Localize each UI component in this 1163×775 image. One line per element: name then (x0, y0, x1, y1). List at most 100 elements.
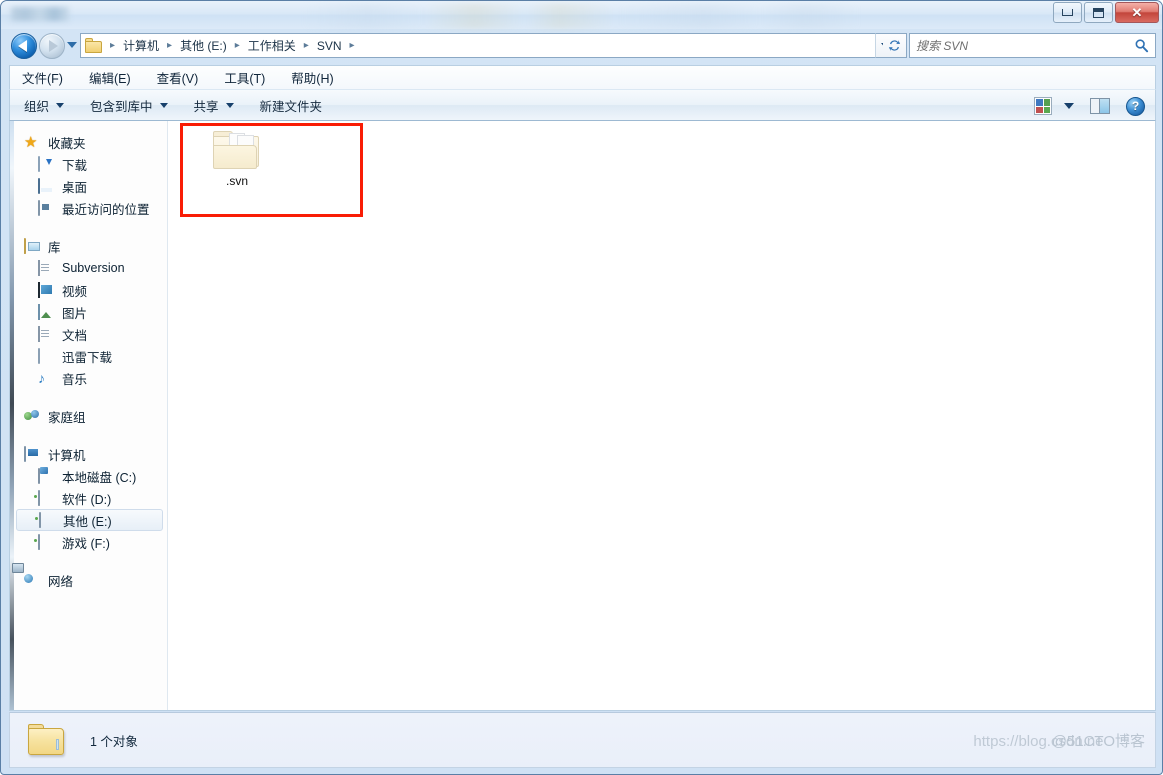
organize-button[interactable]: 组织 (24, 96, 65, 115)
chevron-down-icon[interactable] (1064, 103, 1074, 109)
sidebar-item-libraries[interactable]: 库 (10, 235, 167, 257)
sidebar-item-music[interactable]: ♪ 音乐 (10, 367, 167, 389)
maximize-button[interactable] (1084, 2, 1113, 23)
breadcrumb-separator[interactable]: ▸ (299, 40, 314, 51)
sidebar-label: 网络 (48, 574, 74, 589)
sidebar-item-computer[interactable]: 计算机 (10, 443, 167, 465)
breadcrumb-item-2[interactable]: 工作相关 (245, 35, 299, 56)
sidebar-label: 图片 (62, 306, 88, 321)
share-button[interactable]: 共享 (194, 96, 234, 115)
breadcrumb[interactable]: ▸ 计算机 ▸ 其他 (E:) ▸ 工作相关 ▸ SVN ▸ (80, 33, 875, 58)
sidebar-item-drive-d[interactable]: 软件 (D:) (10, 487, 167, 509)
documents-icon (38, 325, 55, 342)
sidebar-group-computer: 计算机 本地磁盘 (C:) 软件 (D:) 其他 (E:) 游戏 (F:) (10, 443, 167, 553)
forward-button[interactable] (39, 33, 65, 59)
status-item-count: 1 个对象 (90, 734, 138, 749)
new-folder-label: 新建文件夹 (259, 99, 323, 114)
sidebar-label: 库 (48, 240, 61, 255)
include-in-library-label: 包含到库中 (90, 99, 153, 114)
sidebar-item-recent-places[interactable]: 最近访问的位置 (10, 197, 167, 219)
sidebar-item-videos[interactable]: 视频 (10, 279, 167, 301)
menu-tools[interactable]: 工具(T) (224, 68, 265, 87)
drive-icon (39, 511, 56, 528)
breadcrumb-separator[interactable]: ▸ (105, 40, 120, 51)
chevron-down-icon (159, 102, 168, 108)
back-button[interactable] (11, 33, 37, 59)
close-button[interactable]: ✕ (1115, 2, 1159, 23)
videos-icon (38, 281, 55, 298)
help-icon[interactable]: ? (1126, 96, 1145, 116)
title-bar[interactable]: ✕ (1, 1, 1162, 29)
organize-label: 组织 (24, 99, 50, 114)
sidebar-item-documents[interactable]: 文档 (10, 323, 167, 345)
breadcrumb-item-1[interactable]: 其他 (E:) (177, 35, 230, 56)
sidebar-group-libraries: 库 Subversion 视频 图片 文档 迅雷下载 ♪ 音乐 (10, 235, 167, 389)
sidebar-item-pictures[interactable]: 图片 (10, 301, 167, 323)
folder-icon (213, 129, 261, 169)
sidebar-group-network: 网络 (10, 569, 167, 591)
chevron-down-icon (225, 102, 234, 108)
sidebar-item-drive-e[interactable]: 其他 (E:) (16, 509, 163, 531)
view-options-icon[interactable] (1034, 97, 1052, 115)
watermark: https://blog.csdn.ne @51CTO博客 (973, 730, 1145, 751)
menu-help[interactable]: 帮助(H) (291, 68, 333, 87)
explorer-window: ✕ ▸ 计算机 ▸ 其他 (E:) ▸ 工作相关 ▸ SVN ▸ 搜索 SVN … (0, 0, 1163, 775)
menu-bar: 文件(F) 编辑(E) 查看(V) 工具(T) 帮助(H) (9, 65, 1156, 89)
navigation-pane[interactable]: ★ 收藏夹 下载 桌面 最近访问的位置 库 Subversion 视频 图片 文… (10, 121, 168, 710)
refresh-button[interactable] (883, 33, 907, 58)
sidebar-item-drive-f[interactable]: 游戏 (F:) (10, 531, 167, 553)
file-name-label: .svn (225, 174, 248, 188)
menu-view[interactable]: 查看(V) (157, 68, 199, 87)
command-toolbar: 组织 包含到库中 共享 新建文件夹 ? (9, 89, 1156, 121)
recent-pages-dropdown-icon[interactable] (67, 42, 77, 48)
arrow-right-icon (49, 40, 58, 52)
breadcrumb-item-0[interactable]: 计算机 (120, 35, 162, 56)
computer-icon (24, 445, 41, 462)
sidebar-label: 计算机 (48, 448, 86, 463)
preview-pane-icon[interactable] (1090, 98, 1110, 114)
sidebar-item-desktop[interactable]: 桌面 (10, 175, 167, 197)
drive-icon (38, 533, 55, 550)
menu-file[interactable]: 文件(F) (22, 68, 63, 87)
sidebar-label: 迅雷下载 (62, 350, 113, 365)
file-list-pane[interactable]: .svn (168, 121, 1155, 710)
sidebar-item-network[interactable]: 网络 (10, 569, 167, 591)
window-title (11, 7, 69, 21)
sidebar-item-downloads[interactable]: 下载 (10, 153, 167, 175)
downloads-icon (38, 155, 55, 172)
sidebar-item-drive-c[interactable]: 本地磁盘 (C:) (10, 465, 167, 487)
status-bar: 1 个对象 https://blog.csdn.ne @51CTO博客 (9, 712, 1156, 768)
drive-icon (38, 489, 55, 506)
thunder-download-icon (38, 347, 55, 364)
sidebar-item-subversion[interactable]: Subversion (10, 257, 167, 279)
breadcrumb-separator[interactable]: ▸ (162, 40, 177, 51)
sidebar-label: Subversion (62, 261, 125, 275)
new-folder-button[interactable]: 新建文件夹 (260, 96, 323, 115)
sidebar-label: 桌面 (62, 180, 88, 195)
document-library-icon (38, 259, 55, 276)
libraries-icon (24, 237, 41, 254)
main-area: ★ 收藏夹 下载 桌面 最近访问的位置 库 Subversion 视频 图片 文… (9, 121, 1156, 711)
sidebar-item-homegroup[interactable]: 家庭组 (10, 405, 167, 427)
homegroup-icon (24, 409, 41, 424)
breadcrumb-item-3[interactable]: SVN (314, 37, 345, 55)
refresh-icon (888, 40, 901, 51)
search-box[interactable] (909, 33, 1156, 58)
desktop-icon (38, 177, 55, 194)
sidebar-label: 本地磁盘 (C:) (62, 470, 137, 485)
sidebar-item-thunder-download[interactable]: 迅雷下载 (10, 345, 167, 367)
recent-places-icon (38, 199, 55, 216)
search-icon[interactable] (1134, 38, 1149, 53)
file-item-svn[interactable]: .svn (188, 129, 286, 207)
include-in-library-button[interactable]: 包含到库中 (90, 96, 168, 115)
breadcrumb-separator[interactable]: ▸ (345, 40, 360, 51)
menu-edit[interactable]: 编辑(E) (89, 68, 131, 87)
sidebar-group-favorites: ★ 收藏夹 下载 桌面 最近访问的位置 (10, 131, 167, 219)
minimize-button[interactable] (1053, 2, 1082, 23)
minimize-icon (1062, 9, 1073, 16)
sidebar-item-favorites[interactable]: ★ 收藏夹 (10, 131, 167, 153)
search-input[interactable] (916, 38, 1134, 53)
breadcrumb-separator[interactable]: ▸ (230, 40, 245, 51)
sidebar-label: 收藏夹 (48, 136, 86, 151)
sidebar-label: 其他 (E:) (63, 514, 112, 529)
